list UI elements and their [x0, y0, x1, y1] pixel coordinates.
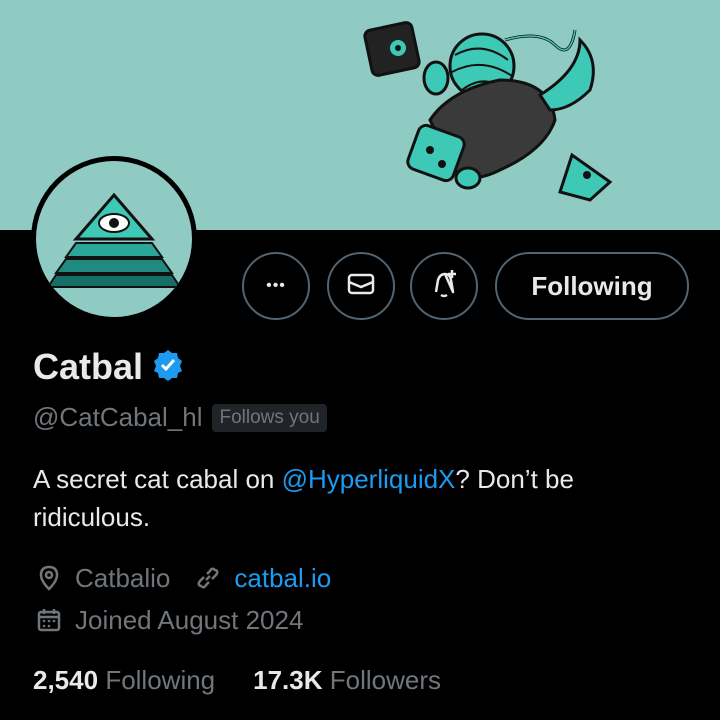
follow-stats: 2,540 Following 17.3K Followers — [33, 665, 441, 696]
message-button[interactable] — [327, 252, 395, 320]
profile-avatar[interactable] — [31, 156, 197, 322]
profile-bio: A secret cat cabal on @HyperliquidX? Don… — [33, 460, 693, 536]
bio-text-prefix: A secret cat cabal on — [33, 464, 282, 494]
bio-mention-link[interactable]: @HyperliquidX — [282, 464, 456, 494]
profile-meta-row: Catbalio catbal.io — [33, 562, 331, 594]
following-stat-link[interactable]: 2,540 Following — [33, 665, 215, 696]
joined-row: Joined August 2024 — [33, 604, 303, 636]
message-icon — [346, 269, 376, 304]
more-icon: ••• — [266, 277, 286, 294]
profile-name: Catbal — [33, 346, 144, 387]
more-options-button[interactable]: ••• — [242, 252, 310, 320]
verified-icon[interactable] — [151, 348, 185, 387]
website-link[interactable]: catbal.io — [234, 563, 331, 594]
link-icon — [192, 562, 224, 594]
profile-name-row: Catbal — [33, 346, 185, 388]
followers-stat-link[interactable]: 17.3K Followers — [253, 665, 441, 696]
followers-count: 17.3K — [253, 665, 323, 695]
avatar-image — [36, 161, 192, 317]
small-cat-drawing — [558, 152, 613, 202]
following-count: 2,540 — [33, 665, 99, 695]
following-label: Following — [105, 665, 216, 695]
following-button[interactable]: Following — [495, 252, 689, 320]
wallet-drawing — [363, 21, 421, 77]
joined-text: Joined August 2024 — [75, 604, 304, 635]
calendar-icon — [33, 604, 65, 636]
location-icon — [33, 562, 65, 594]
follows-you-badge: Follows you — [212, 403, 327, 432]
handle-row: @CatCabal_hl Follows you — [33, 402, 327, 433]
notify-icon — [428, 268, 460, 305]
pyramid-eye-logo — [46, 192, 182, 288]
profile-handle: @CatCabal_hl — [33, 402, 203, 432]
location-text: Catbalio — [75, 562, 171, 593]
notify-button[interactable] — [410, 252, 478, 320]
followers-label: Followers — [329, 665, 442, 695]
